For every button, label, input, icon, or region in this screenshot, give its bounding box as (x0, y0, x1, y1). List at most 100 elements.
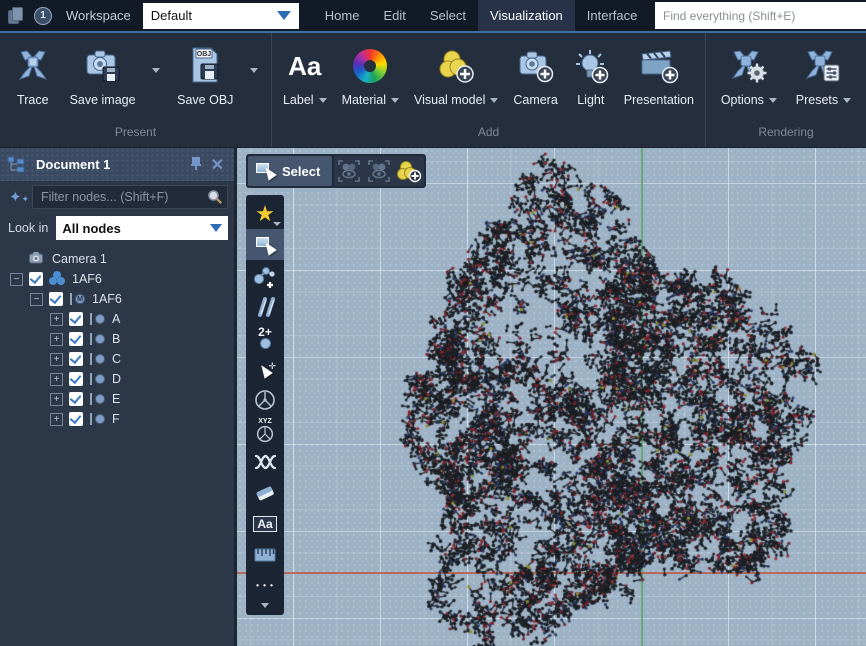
presets-sliders-icon (804, 43, 842, 89)
filter-nodes-input[interactable] (32, 185, 228, 209)
tree-row-chain-e[interactable]: + E (0, 389, 234, 409)
menu-home[interactable]: Home (313, 0, 372, 31)
search-icon[interactable] (207, 189, 223, 205)
ribbon-group-present: Trace Save image (0, 33, 272, 147)
tree-row-chain-b[interactable]: + B (0, 329, 234, 349)
favorites-tool[interactable]: ★ (246, 198, 284, 229)
twist-tool[interactable] (246, 446, 284, 477)
visibility-checkbox[interactable] (69, 372, 83, 386)
document-panel: Document 1 ✕ ✦✦ Look in All nodes Came (0, 148, 237, 646)
chevron-down-icon (210, 224, 222, 232)
expand-toggle[interactable]: + (50, 393, 63, 406)
workspace-value: Default (151, 8, 277, 23)
camera-add-icon (517, 43, 555, 89)
chain-node-icon (89, 311, 106, 327)
render-options-button[interactable]: Options (717, 41, 781, 109)
menu-interface[interactable]: Interface (575, 0, 650, 31)
viewport-3d[interactable]: Select (237, 148, 866, 646)
menu-edit[interactable]: Edit (371, 0, 417, 31)
visibility-checkbox[interactable] (69, 352, 83, 366)
material-dropdown-arrow (391, 98, 399, 103)
menu-visualization[interactable]: Visualization (478, 0, 575, 31)
chevron-down-icon (277, 11, 291, 20)
color-wheel-icon (353, 43, 387, 89)
chain-node-icon (89, 391, 106, 407)
select-rect-icon (256, 163, 274, 179)
text-label-tool[interactable]: Aa (246, 508, 284, 539)
workspace-dropdown[interactable]: Default (143, 3, 299, 29)
tree-row-chain-d[interactable]: + D (0, 369, 234, 389)
render-presets-button[interactable]: Presets (792, 41, 855, 109)
visibility-checkbox[interactable] (69, 312, 83, 326)
workspace-label: Workspace (66, 8, 131, 23)
toolbar-overflow-arrow[interactable] (246, 601, 284, 611)
tree-row-chain-f[interactable]: + F (0, 409, 234, 429)
add-bonds-tool[interactable] (246, 291, 284, 322)
add-presentation-button[interactable]: Presentation (620, 41, 698, 109)
add-light-button[interactable]: Light (569, 41, 613, 109)
ribbon-group-rendering: Options Presets (706, 33, 866, 147)
visibility-checkbox[interactable] (69, 392, 83, 406)
set-charge-tool[interactable]: 2+ (246, 322, 284, 353)
move-tool[interactable]: ✛ (246, 353, 284, 384)
close-icon[interactable]: ✕ (207, 155, 228, 175)
selection-visibility-group (334, 156, 424, 186)
label-aa-icon: Aa (288, 43, 321, 89)
chain-node-icon (89, 411, 106, 427)
expand-toggle[interactable]: + (50, 353, 63, 366)
collapse-toggle[interactable]: − (10, 273, 23, 286)
visibility-checkbox[interactable] (29, 272, 43, 286)
visibility-checkbox[interactable] (69, 412, 83, 426)
tree-row-chain-a[interactable]: + A (0, 309, 234, 329)
menu-select[interactable]: Select (418, 0, 478, 31)
visibility-checkbox[interactable] (69, 332, 83, 346)
tree-row-1af6-model[interactable]: − M 1AF6 (0, 289, 234, 309)
hide-unselected-atoms-icon[interactable] (364, 157, 394, 185)
erase-tool[interactable] (246, 477, 284, 508)
expand-toggle[interactable]: + (50, 373, 63, 386)
documents-icon[interactable] (8, 7, 24, 25)
label-dropdown-arrow (319, 98, 327, 103)
filter-row: ✦✦ (0, 181, 234, 213)
rotate-tool[interactable] (246, 384, 284, 415)
more-tools[interactable]: • • • (246, 570, 284, 601)
trace-button[interactable]: Trace (11, 41, 55, 109)
add-visual-model-quick-icon[interactable] (394, 157, 424, 185)
expand-toggle[interactable]: + (50, 413, 63, 426)
add-label-button[interactable]: Aa Label (279, 41, 331, 109)
molecule-canvas[interactable] (237, 148, 866, 646)
tree-row-camera1[interactable]: Camera 1 (0, 249, 234, 269)
visual-model-dropdown-arrow (490, 98, 498, 103)
model-node-icon: M (69, 291, 86, 307)
camera-node-icon (29, 251, 46, 267)
camera-save-icon (83, 43, 123, 89)
titlebar: 1 Workspace Default Home Edit Select Vis… (0, 0, 866, 31)
expand-toggle[interactable]: + (50, 333, 63, 346)
look-in-dropdown[interactable]: All nodes (56, 216, 228, 240)
save-image-button[interactable]: Save image (66, 41, 140, 109)
expand-toggle[interactable]: + (50, 313, 63, 326)
presentation-add-icon (639, 43, 679, 89)
select-tool[interactable] (246, 229, 284, 260)
save-obj-dropdown-arrow[interactable] (250, 68, 258, 73)
add-atoms-tool[interactable] (246, 260, 284, 291)
pin-icon[interactable] (184, 156, 207, 174)
save-obj-button[interactable]: OBJ Save OBJ (173, 41, 237, 109)
translate-xyz-tool[interactable]: XYZ (246, 415, 284, 446)
chain-node-icon (89, 351, 106, 367)
visibility-checkbox[interactable] (49, 292, 63, 306)
show-selected-atoms-icon[interactable] (334, 157, 364, 185)
add-material-button[interactable]: Material (338, 41, 403, 109)
sparkles-icon[interactable]: ✦✦ (6, 188, 32, 206)
search-input[interactable] (655, 2, 866, 29)
save-image-dropdown-arrow[interactable] (152, 68, 160, 73)
tree-row-chain-c[interactable]: + C (0, 349, 234, 369)
viewport-toolbar: Select (246, 154, 426, 188)
measure-tool[interactable] (246, 539, 284, 570)
collapse-toggle[interactable]: − (30, 293, 43, 306)
add-visual-model-button[interactable]: Visual model (410, 41, 502, 109)
add-camera-button[interactable]: Camera (509, 41, 561, 109)
tree-row-1af6[interactable]: − 1AF6 (0, 269, 234, 289)
node-tree-icon (6, 155, 26, 175)
select-mode-button[interactable]: Select (248, 156, 332, 186)
